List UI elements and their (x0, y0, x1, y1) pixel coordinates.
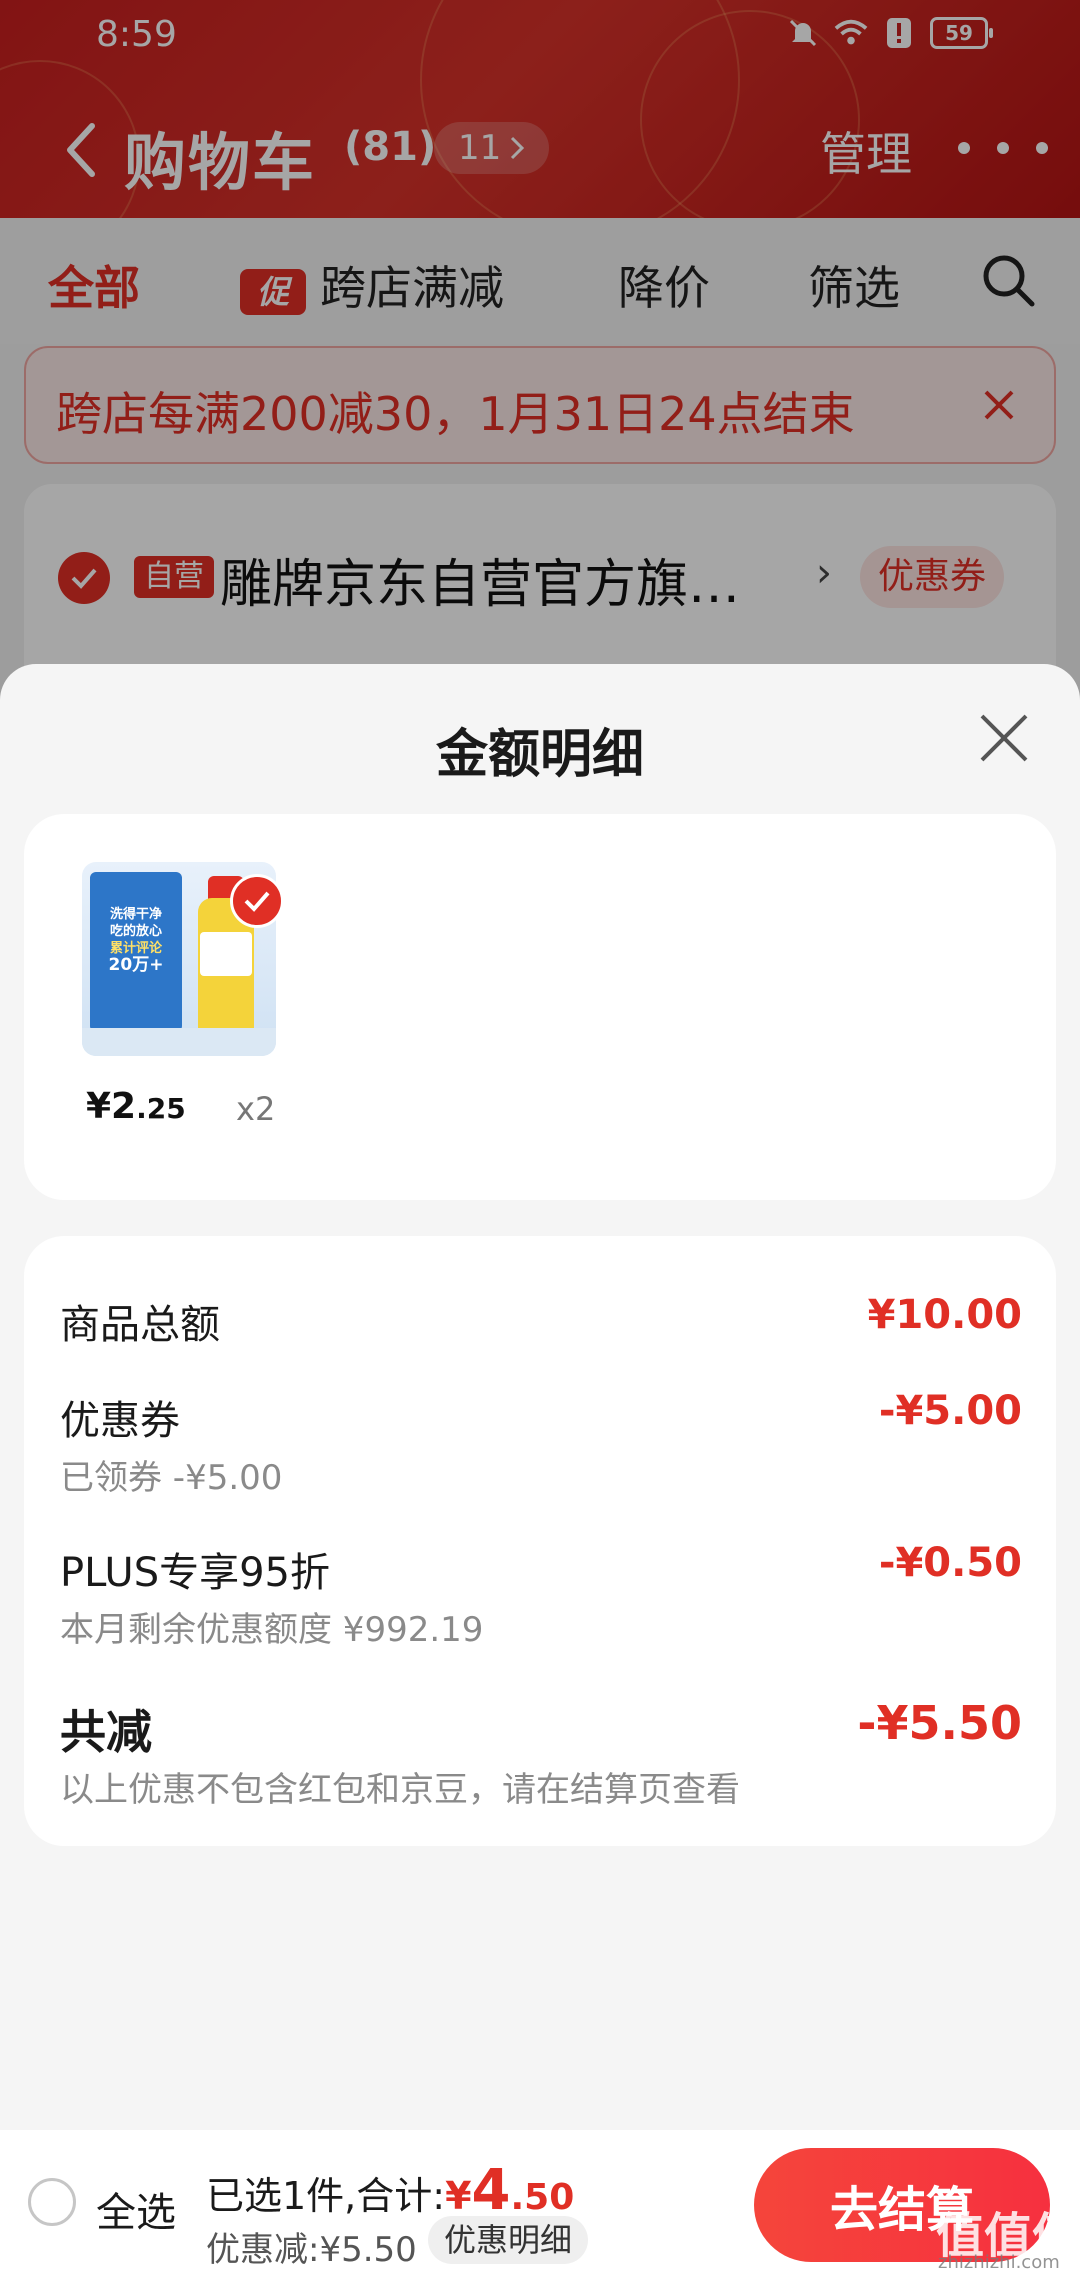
discount-text: 优惠减:¥5.50 (206, 2230, 417, 2270)
total-yen: ¥ (445, 2174, 472, 2218)
total-int: 4 (471, 2158, 511, 2223)
product-price-int: ¥2 (86, 1086, 137, 1127)
product-image-text-2: 吃的放心 (109, 924, 162, 939)
product-image-text-4: 20万+ (108, 955, 164, 975)
product-image-text-1: 洗得干净 (109, 907, 162, 922)
checkout-bar: 全选 已选1件,合计:¥4.50 优惠减:¥5.50 优惠明细 去结算 (0, 2130, 1080, 2280)
product-card: 洗得干净 吃的放心 累计评论 20万+ ¥2.25 x2 (24, 814, 1056, 1200)
total-reduction-note: 以上优惠不包含红包和京豆，请在结算页查看 (60, 1770, 740, 1810)
goods-total-label: 商品总额 (60, 1302, 220, 1348)
sheet-title: 金额明细 (435, 725, 644, 785)
selection-summary-text: 已选1件,合计: (206, 2174, 446, 2218)
coupon-label: 优惠券 (60, 1398, 180, 1444)
product-price: ¥2.25 (86, 1086, 186, 1127)
coupon-amount: -¥5.00 (878, 1388, 1022, 1434)
plus-discount-amount: -¥0.50 (878, 1540, 1022, 1586)
total-reduction-amount: -¥5.50 (857, 1696, 1022, 1750)
total-reduction-label: 共减 (60, 1705, 152, 1759)
select-all-label[interactable]: 全选 (96, 2180, 176, 2238)
product-quantity: x2 (236, 1090, 276, 1128)
amount-detail-sheet: 金额明细 洗得干净 吃的放心 累计评论 20万+ ¥2.25 x2 商品总额 ¥… (0, 664, 1080, 2280)
close-icon[interactable] (976, 710, 1032, 766)
selection-summary: 已选1件,合计:¥4.50 (206, 2158, 574, 2223)
plus-discount-sub: 本月剩余优惠额度 ¥992.19 (60, 1610, 484, 1650)
coupon-sub: 已领券 -¥5.00 (60, 1458, 283, 1498)
product-price-dec: .25 (136, 1092, 186, 1125)
product-check-icon[interactable] (230, 874, 284, 928)
select-all-radio[interactable] (28, 2178, 76, 2226)
watermark-url: zhizhizhi.com (938, 2252, 1060, 2273)
amount-detail-card: 商品总额 ¥10.00 优惠券 -¥5.00 已领券 -¥5.00 PLUS专享… (24, 1236, 1056, 1846)
plus-discount-label: PLUS专享95折 (60, 1550, 330, 1596)
goods-total-amount: ¥10.00 (867, 1292, 1022, 1338)
total-dec: .50 (510, 2177, 575, 2218)
discount-detail-button[interactable]: 优惠明细 (428, 2216, 589, 2264)
